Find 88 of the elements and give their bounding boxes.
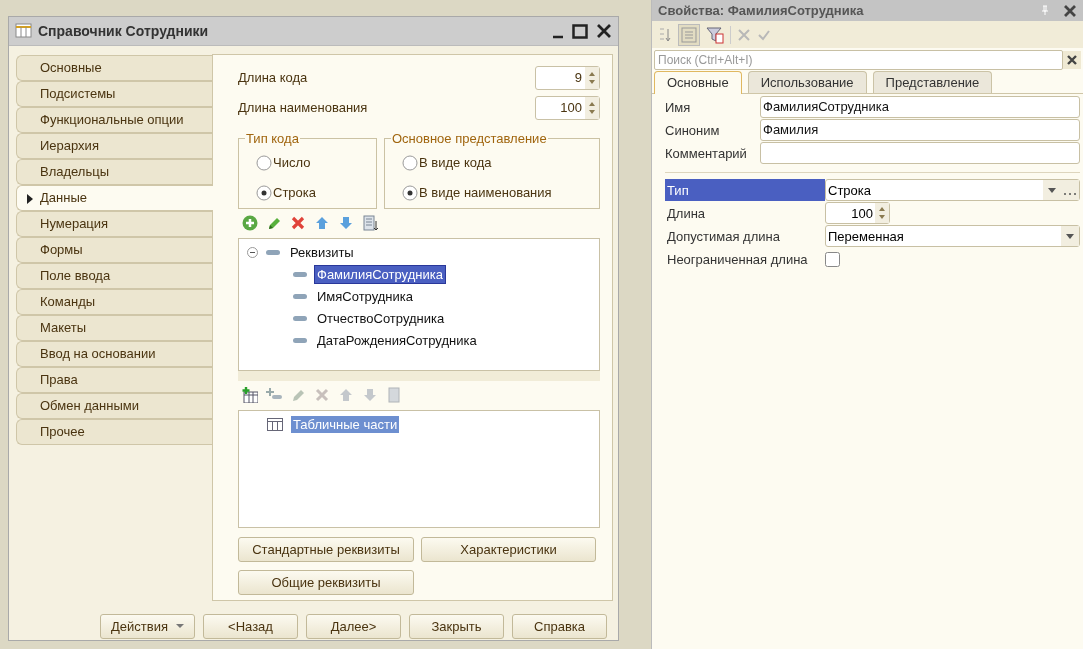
clear-icon[interactable] xyxy=(1063,51,1081,69)
field-label: Длина кода xyxy=(238,70,308,86)
delete-icon[interactable] xyxy=(290,214,306,231)
down-arrow-icon[interactable] xyxy=(338,214,354,231)
ellipsis-icon[interactable] xyxy=(1061,180,1079,200)
spin-arrows-icon[interactable] xyxy=(585,66,599,89)
tab[interactable]: Использование xyxy=(747,71,867,93)
attribute-icon xyxy=(293,337,307,345)
field-label: Комментарий xyxy=(665,145,748,161)
sidebar-tab[interactable]: Обмен данными xyxy=(16,392,212,419)
sidebar-tab[interactable]: Подсистемы xyxy=(16,80,212,107)
radio-button[interactable] xyxy=(402,184,418,201)
sidebar-tab[interactable]: Команды xyxy=(16,288,212,315)
action-button[interactable]: Стандартные реквизиты xyxy=(238,536,414,562)
dropdown-button[interactable]: Действия xyxy=(100,613,195,639)
spin-arrows-icon[interactable] xyxy=(875,203,889,223)
property-label: Тип xyxy=(665,179,825,201)
attribute-icon xyxy=(293,271,307,279)
attribute-icon xyxy=(293,315,307,323)
property-label: Длина xyxy=(666,204,707,223)
number-field[interactable]: 100 xyxy=(535,95,600,120)
dropdown-field[interactable]: Строка xyxy=(825,179,1080,201)
tree-item[interactable]: ИмяСотрудника xyxy=(315,288,415,306)
radio-label: Число xyxy=(273,155,311,171)
field-label: Длина наименования xyxy=(238,100,368,116)
maximize-icon[interactable] xyxy=(572,23,588,39)
tab[interactable]: Представление xyxy=(872,71,993,93)
caret-icon xyxy=(176,624,184,629)
tree-item[interactable]: ФамилияСотрудника xyxy=(315,266,445,284)
text-field[interactable]: ФамилияСотрудника xyxy=(760,96,1080,118)
close-icon[interactable] xyxy=(596,23,612,39)
filter-icon[interactable] xyxy=(706,25,724,44)
tab[interactable]: Основные xyxy=(654,71,742,94)
sidebar-tab[interactable]: Иерархия xyxy=(16,132,212,159)
sort-icon[interactable] xyxy=(658,26,672,43)
window-title: Справочник Сотрудники xyxy=(38,23,210,39)
dialog-button[interactable]: Закрыть xyxy=(409,613,504,639)
list-icon[interactable] xyxy=(362,214,378,231)
tree-item[interactable]: ОтчествоСотрудника xyxy=(315,310,447,328)
table-icon xyxy=(267,418,283,432)
sidebar-tab[interactable]: Ввод на основании xyxy=(16,340,212,367)
spin-arrows-icon[interactable] xyxy=(585,96,599,119)
sidebar-tab[interactable]: Макеты xyxy=(16,314,212,341)
tree-item[interactable]: ДатаРожденияСотрудника xyxy=(315,332,479,350)
checkbox[interactable] xyxy=(825,251,840,267)
group-title: Основное представление xyxy=(391,130,548,146)
radio-label: Строка xyxy=(273,185,316,201)
sidebar-tab[interactable]: Функциональные опции xyxy=(16,106,212,133)
text-field[interactable] xyxy=(760,142,1080,164)
radio-button[interactable] xyxy=(256,184,272,201)
sidebar-tab[interactable]: Поле ввода xyxy=(16,262,212,289)
collapse-icon[interactable] xyxy=(247,247,258,259)
dropdown-field[interactable]: Переменная xyxy=(825,225,1080,247)
dialog-button[interactable]: <Назад xyxy=(203,613,298,639)
action-button[interactable]: Общие реквизиты xyxy=(238,569,414,595)
property-label: Допустимая длина xyxy=(666,227,781,246)
number-field[interactable]: 100 xyxy=(825,202,890,224)
radio-button[interactable] xyxy=(256,154,272,171)
search-field[interactable]: Поиск (Ctrl+Alt+I) xyxy=(654,50,1063,70)
up-arrow-icon[interactable] xyxy=(314,214,330,231)
sidebar-tab[interactable]: Владельцы xyxy=(16,158,212,185)
attribute-icon xyxy=(293,293,307,301)
add-table-icon[interactable] xyxy=(242,386,258,403)
tree-item[interactable]: Реквизиты xyxy=(288,244,356,262)
sidebar-tab[interactable]: Прочее xyxy=(16,418,212,445)
radio-label: В виде кода xyxy=(419,155,492,171)
sidebar-tab[interactable]: Нумерация xyxy=(16,210,212,237)
selected-marker-icon xyxy=(27,193,33,204)
action-button[interactable]: Характеристики xyxy=(421,536,596,562)
number-field[interactable]: 9 xyxy=(535,65,600,90)
sidebar-tab[interactable]: Права xyxy=(16,366,212,393)
sidebar-tab[interactable]: Формы xyxy=(16,236,212,263)
panel-title: Свойства: ФамилияСотрудника xyxy=(658,3,865,18)
add-icon[interactable] xyxy=(242,214,258,231)
attribute-icon xyxy=(266,249,280,257)
sidebar-tab[interactable]: Основные xyxy=(16,54,212,81)
dialog-button[interactable]: Далее> xyxy=(306,613,401,639)
dialog-button[interactable]: Справка xyxy=(512,613,607,639)
radio-label: В виде наименования xyxy=(419,185,552,201)
field-label: Имя xyxy=(665,99,692,115)
radio-button[interactable] xyxy=(402,154,418,171)
sidebar-tab[interactable]: Данные xyxy=(16,184,213,211)
field-label: Синоним xyxy=(665,122,721,138)
text-field[interactable]: Фамилия xyxy=(760,119,1080,141)
table-icon xyxy=(15,22,32,40)
group-title: Тип кода xyxy=(245,130,300,146)
close-icon[interactable] xyxy=(1063,3,1077,18)
property-label: Неограниченная длина xyxy=(666,250,809,269)
